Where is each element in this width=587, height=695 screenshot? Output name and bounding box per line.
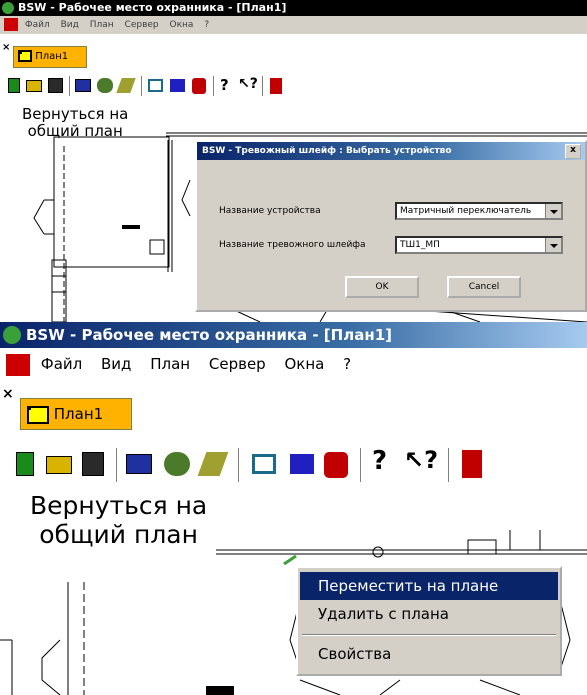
cancel-button[interactable]: Cancel (447, 276, 521, 298)
menu-plan[interactable]: План (150, 348, 190, 380)
computer-icon[interactable] (75, 79, 91, 92)
toolbar: ? ↖? (0, 440, 587, 490)
device-select[interactable]: Матричный переключатель (395, 202, 563, 220)
loop-select-value: ТШ1_МП (400, 240, 440, 250)
zoomed-screenshot: BSW - Рабочее место охранника - [План1] … (0, 322, 587, 695)
tab-plan1-label: План1 (35, 51, 69, 62)
users-icon[interactable] (97, 78, 113, 93)
tab-plan1[interactable]: План1 (13, 46, 87, 68)
toolbar-separator (262, 76, 264, 96)
device-label: Название устройства (219, 206, 321, 216)
loop-select[interactable]: ТШ1_МП (395, 236, 563, 254)
alarm-icon[interactable] (324, 452, 348, 478)
toolbar-separator (238, 448, 240, 482)
menu-bar: Файл Вид План Сервер Окна ? (0, 348, 587, 380)
dialog-close-button[interactable]: x (565, 144, 581, 159)
dialog-title-bar: BSW - Тревожный шлейф : Выбрать устройст… (197, 142, 585, 160)
exit-icon[interactable] (462, 450, 482, 478)
toolbar-separator (360, 448, 362, 482)
wand-icon[interactable] (197, 452, 229, 476)
windows-icon[interactable] (252, 454, 276, 474)
tab-strip: × План1 (0, 36, 587, 72)
columns-icon[interactable] (170, 79, 185, 92)
ok-button[interactable]: OK (345, 276, 419, 298)
dialog-title: BSW - Тревожный шлейф : Выбрать устройст… (202, 146, 452, 156)
menu-view[interactable]: Вид (101, 348, 131, 380)
menu-plan[interactable]: План (90, 16, 114, 34)
back-link-line1: Вернуться на (30, 491, 208, 520)
ok-button-label: OK (375, 282, 389, 292)
toolbar-separator (116, 448, 118, 482)
plan-window-icon (18, 50, 32, 62)
menu-help[interactable]: ? (204, 16, 209, 34)
context-menu-item-remove[interactable]: Удалить с плана (300, 600, 558, 628)
close-icon: x (570, 145, 576, 155)
back-link-line2: общий план (39, 519, 198, 549)
open-icon[interactable] (26, 80, 42, 92)
computer-icon[interactable] (126, 454, 152, 474)
window-title: BSW - Рабочее место охранника - [План1] (26, 326, 392, 344)
help-icon[interactable]: ? (220, 76, 229, 94)
window-title: BSW - Рабочее место охранника - [План1] (18, 1, 287, 14)
menu-server[interactable]: Сервер (209, 348, 266, 380)
new-icon[interactable] (16, 452, 34, 476)
back-to-overview-link[interactable]: Вернуться на общий план (30, 491, 208, 550)
close-icon[interactable]: × (2, 42, 10, 53)
app-menu-icon (4, 18, 18, 31)
device-select-value: Матричный переключатель (400, 206, 532, 216)
app-logo-icon (3, 326, 21, 344)
cancel-button-label: Cancel (468, 282, 500, 292)
tab-plan1[interactable]: План1 (20, 398, 132, 430)
context-help-icon[interactable]: ↖? (238, 76, 258, 92)
tab-plan1-label: План1 (53, 405, 104, 423)
context-help-icon[interactable]: ↖? (404, 446, 438, 474)
exit-icon[interactable] (270, 78, 282, 94)
back-link-line1: Вернуться на (22, 105, 129, 123)
columns-icon[interactable] (290, 454, 314, 474)
loop-label: Название тревожного шлейфа (219, 240, 366, 250)
back-to-overview-link[interactable]: Вернуться на общий план (22, 105, 129, 141)
app-logo-icon (2, 2, 14, 14)
plan-window-icon (27, 405, 49, 424)
open-icon[interactable] (46, 456, 72, 474)
close-icon[interactable]: × (2, 386, 14, 402)
wand-icon[interactable] (116, 78, 136, 93)
toolbar: ? ↖? (0, 72, 587, 100)
context-menu-separator (302, 634, 556, 636)
users-icon[interactable] (164, 452, 190, 476)
context-menu-item-move[interactable]: Переместить на плане (300, 572, 558, 600)
windows-icon[interactable] (148, 79, 163, 92)
toolbar-separator (141, 76, 143, 96)
toolbar-separator (213, 76, 215, 96)
help-icon[interactable]: ? (372, 446, 387, 476)
window-title-bar: BSW - Рабочее место охранника - [План1] (0, 322, 587, 348)
menu-view[interactable]: Вид (61, 16, 79, 34)
menu-bar: Файл Вид План Сервер Окна ? (0, 16, 587, 34)
new-icon[interactable] (8, 78, 20, 93)
save-icon[interactable] (48, 78, 63, 93)
toolbar-separator (69, 76, 71, 96)
menu-windows[interactable]: Окна (170, 16, 194, 34)
menu-help[interactable]: ? (343, 348, 351, 380)
menu-windows[interactable]: Окна (284, 348, 324, 380)
menu-file[interactable]: Файл (25, 16, 50, 34)
chevron-down-icon[interactable] (545, 238, 561, 252)
tab-strip: × План1 (0, 380, 587, 440)
alarm-icon[interactable] (192, 78, 206, 94)
context-menu: Переместить на плане Удалить с плана Сво… (296, 566, 562, 676)
app-menu-icon (6, 353, 30, 376)
menu-file[interactable]: Файл (41, 348, 82, 380)
window-title-bar: BSW - Рабочее место охранника - [План1] (0, 0, 587, 16)
small-screenshot: BSW - Рабочее место охранника - [План1] … (0, 0, 587, 322)
save-icon[interactable] (82, 452, 104, 476)
context-menu-item-properties[interactable]: Свойства (300, 640, 558, 668)
menu-server[interactable]: Сервер (125, 16, 159, 34)
chevron-down-icon[interactable] (545, 204, 561, 218)
toolbar-separator (448, 448, 450, 482)
select-device-dialog: BSW - Тревожный шлейф : Выбрать устройст… (195, 140, 587, 312)
back-link-line2: общий план (27, 122, 123, 141)
